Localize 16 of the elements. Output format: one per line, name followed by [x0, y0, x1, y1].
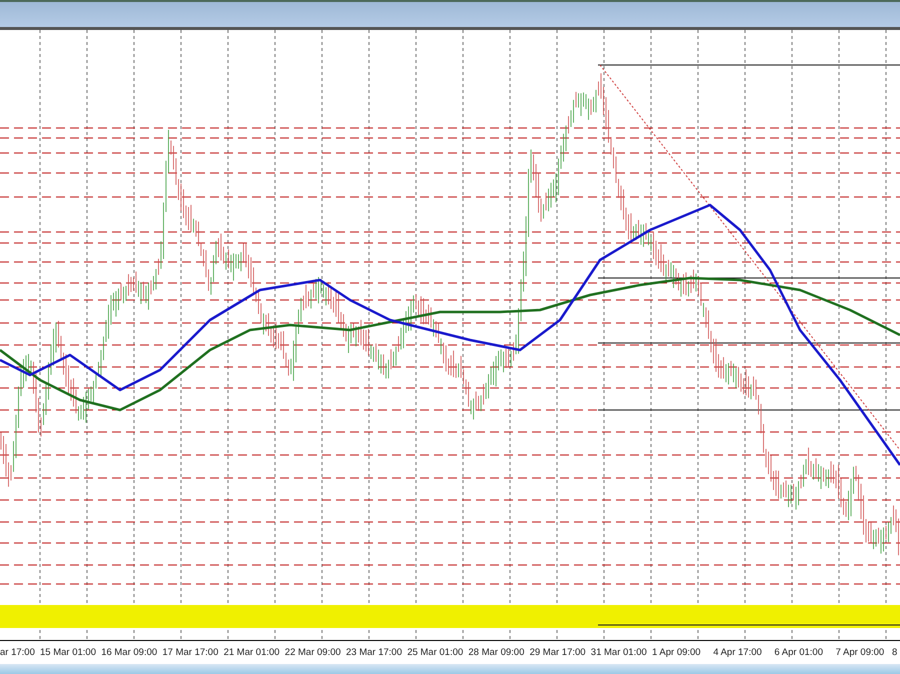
- time-axis-label: 16 Mar 09:00: [101, 648, 158, 658]
- time-axis-label: 21 Mar 01:00: [224, 648, 280, 658]
- time-axis-label: 28 Mar 09:00: [468, 648, 524, 658]
- time-axis-label: 7 Apr 09:00: [836, 648, 884, 658]
- time-axis-label: 25 Mar 01:00: [407, 648, 464, 658]
- time-axis-label: 31 Mar 01:00: [590, 648, 647, 658]
- time-axis-label: 6 Apr 01:00: [774, 648, 823, 658]
- time-axis-label: 8: [892, 648, 898, 658]
- time-axis-label: 1 Apr 09:00: [652, 648, 701, 658]
- time-axis-label: 17 Mar 17:00: [162, 648, 218, 658]
- time-axis-label: 23 Mar 17:00: [346, 648, 402, 658]
- time-axis-label: 29 Mar 17:00: [530, 648, 586, 658]
- time-axis-label: 4 Apr 17:00: [713, 648, 762, 658]
- time-axis-label: 22 Mar 09:00: [284, 648, 341, 658]
- time-axis-label: 15 Mar 01:00: [40, 648, 96, 658]
- time-axis-label: ar 17:00: [0, 648, 35, 658]
